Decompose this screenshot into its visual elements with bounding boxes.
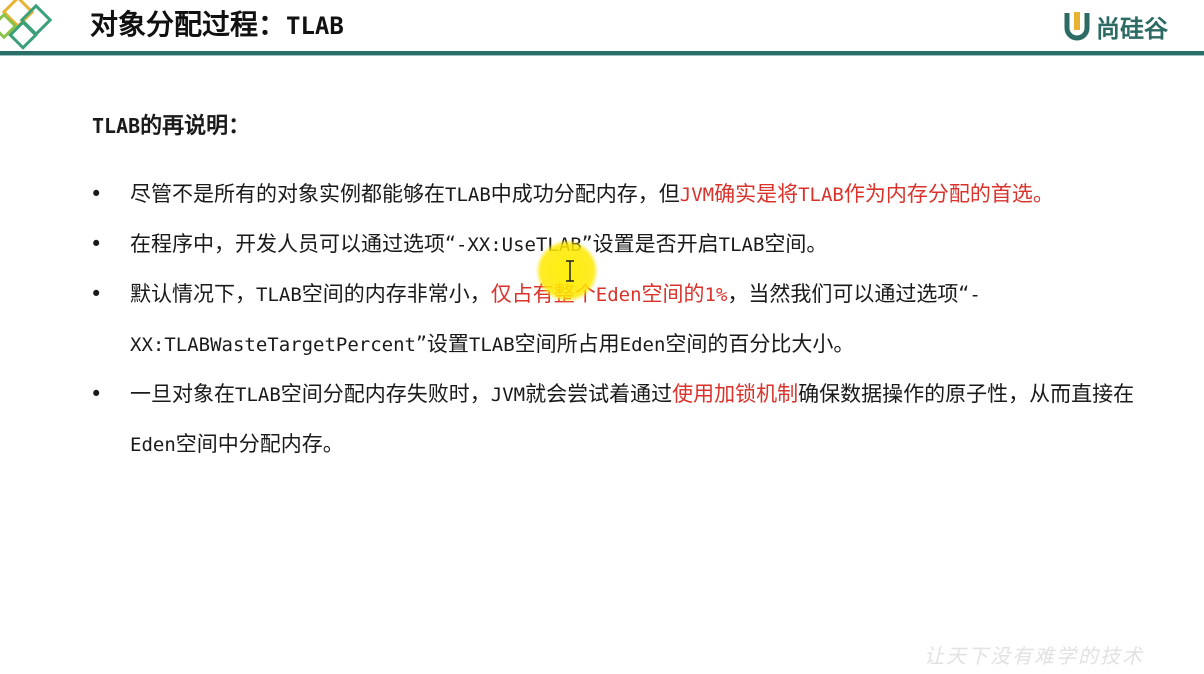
- bullet-item: • 默认情况下，TLAB空间的内存非常小，仅占有整个Eden空间的1%，当然我们…: [90, 270, 1160, 370]
- code-term: Eden: [130, 434, 176, 456]
- highlight-text: 使用加锁机制: [672, 382, 799, 406]
- slide-header: 对象分配过程：TLAB 尚硅谷: [0, 0, 1204, 56]
- highlight-text: 确实是将: [714, 182, 799, 206]
- header-divider-light: [0, 55, 1204, 56]
- code-term: TLAB: [256, 284, 302, 306]
- section-heading: TLAB的再说明：: [92, 108, 250, 140]
- bullet-list: • 尽管不是所有的对象实例都能够在TLAB中成功分配内存，但JVM确实是将TLA…: [90, 170, 1160, 470]
- bullet-text: 一旦对象在: [130, 382, 235, 406]
- title-text: 对象分配过程：: [90, 8, 287, 41]
- bullet-text: 空间分配内存失败时，: [280, 382, 491, 406]
- bullet-text: ，当然我们可以通过选项“: [727, 282, 970, 306]
- bullet-dot: •: [90, 232, 103, 256]
- bullet-dot: •: [90, 182, 103, 206]
- brand-logo: 尚硅谷: [1062, 8, 1168, 44]
- code-term: JVM: [490, 384, 526, 406]
- highlight-code: JVM: [679, 184, 715, 206]
- bullet-text: 默认情况下，: [130, 282, 256, 306]
- page-title: 对象分配过程：TLAB: [90, 5, 344, 45]
- bullet-text: 尽管不是所有的对象实例都能够在: [130, 182, 445, 206]
- highlight-code: 1%: [704, 284, 728, 306]
- bullet-text: 在程序中，开发人员可以通过选项“: [130, 232, 456, 256]
- brand-name: 尚硅谷: [1096, 14, 1168, 43]
- u-logo-icon: [1064, 12, 1090, 41]
- bullet-dot: •: [90, 282, 103, 306]
- bullet-item: • 尽管不是所有的对象实例都能够在TLAB中成功分配内存，但JVM确实是将TLA…: [90, 170, 1160, 220]
- highlight-text: 作为内存分配的首选。: [843, 182, 1054, 206]
- heading-text: 的再说明：: [140, 114, 251, 139]
- bullet-item: • 一旦对象在TLAB空间分配内存失败时，JVM就会尝试着通过使用加锁机制确保数…: [90, 370, 1160, 470]
- code-term: TLAB: [718, 234, 765, 256]
- watermark: 让天下没有难学的技术: [924, 644, 1144, 668]
- bullet-text: 空间所占用: [514, 332, 620, 356]
- bullet-text: 确保数据操作的原子性，从而直接在: [798, 382, 1135, 406]
- code-term: TLAB: [235, 384, 281, 406]
- bullet-item: • 在程序中，开发人员可以通过选项“-XX:UseTLAB”设置是否开启TLAB…: [90, 220, 1160, 270]
- bullet-text: 空间中分配内存。: [175, 432, 344, 456]
- text-cursor-icon: [566, 260, 574, 282]
- bullet-text: ”设置: [415, 332, 469, 356]
- bullet-text: 空间的内存非常小，: [301, 282, 491, 306]
- heading-code: TLAB: [92, 114, 141, 138]
- bullet-text: 空间。: [764, 232, 828, 256]
- bullet-text: ”设置是否开启: [581, 232, 719, 256]
- highlight-code: TLAB: [798, 184, 844, 206]
- bullet-text: 就会尝试着通过: [525, 382, 673, 406]
- bullet-text: 空间的百分比大小。: [665, 332, 855, 356]
- highlight-text: 空间的: [641, 282, 705, 306]
- code-term: Eden: [619, 334, 666, 356]
- bullet-text: 中成功分配内存，但: [490, 182, 680, 206]
- code-term: TLAB: [468, 334, 515, 356]
- bullet-dot: •: [90, 382, 103, 406]
- code-term: TLAB: [445, 184, 491, 206]
- highlight-code: Eden: [595, 284, 642, 306]
- title-code: TLAB: [286, 12, 344, 40]
- diamond-ornament-icon: [0, 0, 53, 50]
